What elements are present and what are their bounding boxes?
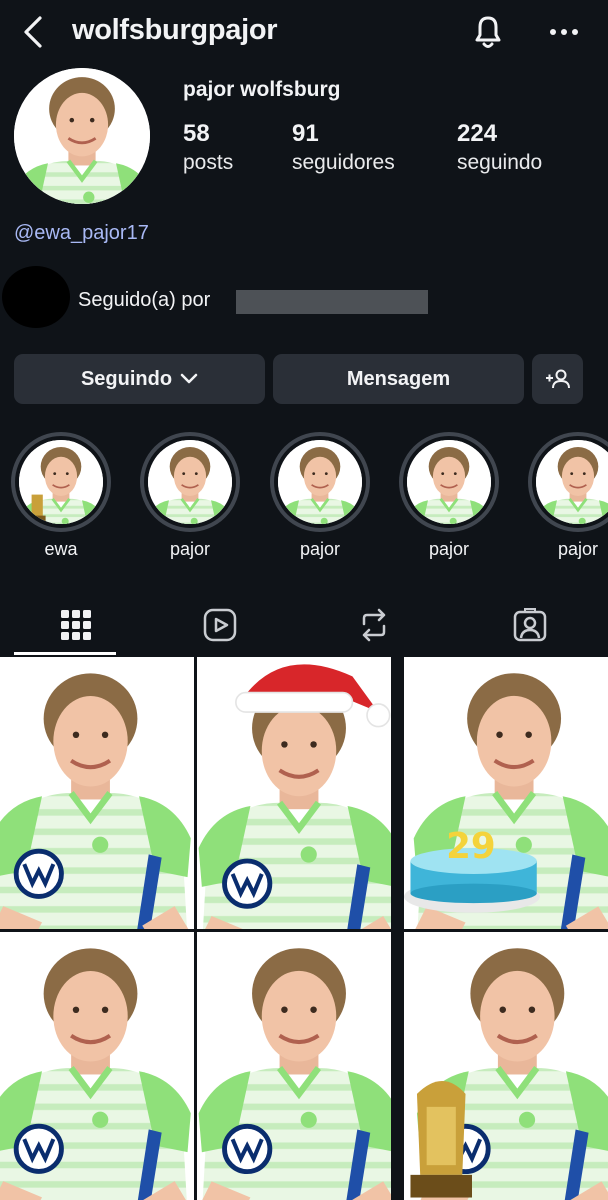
santa-hat-post-art	[197, 657, 391, 929]
message-button[interactable]: Mensagem	[273, 354, 524, 404]
tagged-icon	[513, 608, 547, 642]
stat-posts[interactable]: 58 posts	[183, 120, 233, 175]
trophy-post-art	[404, 932, 608, 1200]
stat-posts-value: 58	[183, 120, 210, 147]
post-thumbnail[interactable]	[197, 932, 391, 1200]
highlight-cover	[278, 440, 362, 524]
tab-reels[interactable]	[144, 596, 296, 654]
grid-icon	[61, 610, 91, 640]
highlight-cover	[407, 440, 491, 524]
highlight-label: pajor	[299, 539, 341, 559]
top-bar: wolfsburgpajor	[0, 0, 608, 66]
highlight-pajor-4[interactable]: pajor	[528, 432, 608, 560]
highlight-pajor-2[interactable]: pajor	[270, 432, 370, 560]
post-thumbnail[interactable]: 29	[404, 657, 608, 929]
highlight-pajor-1[interactable]: pajor	[140, 432, 240, 560]
followed-by-text[interactable]: Seguido(a) por	[78, 289, 210, 312]
reels-icon	[203, 608, 237, 642]
posts-grid: 29	[0, 657, 608, 1200]
reposts-icon	[362, 608, 386, 642]
highlight-ring	[270, 432, 370, 532]
add-user-button[interactable]	[532, 354, 583, 404]
add-user-icon	[545, 369, 570, 389]
highlight-cover	[148, 440, 232, 524]
following-button[interactable]: Seguindo	[14, 354, 265, 404]
highlight-ewa[interactable]: ewa	[11, 432, 111, 560]
stat-following-label: seguindo	[457, 151, 543, 174]
message-button-label: Mensagem	[346, 367, 451, 390]
profile-tabs	[0, 596, 608, 654]
stat-posts-label: posts	[183, 151, 234, 174]
birthday-cake-post-art: 29	[404, 657, 608, 929]
stat-followers-value: 91	[292, 120, 319, 147]
highlight-ring	[140, 432, 240, 532]
active-tab-indicator	[14, 652, 116, 655]
chevron-down-icon	[180, 373, 198, 384]
tab-reposts[interactable]	[298, 596, 450, 654]
followed-by-avatar[interactable]	[2, 266, 70, 328]
post-thumbnail[interactable]	[0, 932, 194, 1200]
highlight-label: pajor	[169, 539, 211, 559]
redacted-names	[236, 290, 428, 314]
chevron-left-icon[interactable]	[18, 14, 48, 50]
stat-following[interactable]: 224 seguindo	[457, 120, 542, 175]
highlight-ring	[528, 432, 608, 532]
post-thumbnail[interactable]	[197, 657, 391, 929]
post-thumbnail[interactable]	[0, 657, 194, 929]
bio-mention-link[interactable]: @ewa_pajor17	[14, 222, 149, 245]
more-horizontal-icon[interactable]	[545, 20, 585, 44]
stat-followers-label: seguidores	[292, 151, 395, 174]
highlight-label: pajor	[557, 539, 599, 559]
tab-tagged[interactable]	[454, 596, 606, 654]
stat-followers[interactable]: 91 seguidores	[292, 120, 395, 175]
tab-grid[interactable]	[0, 596, 152, 654]
highlight-ring	[399, 432, 499, 532]
highlight-label: pajor	[428, 539, 470, 559]
cake-candle-number: 29	[446, 826, 496, 867]
bell-icon[interactable]	[468, 12, 508, 52]
stat-following-value: 224	[457, 120, 498, 147]
highlight-cover	[19, 440, 103, 524]
avatar-photo	[14, 68, 150, 204]
highlight-cover	[536, 440, 608, 524]
highlight-ring	[11, 432, 111, 532]
post-thumbnail[interactable]	[404, 932, 608, 1200]
following-button-label: Seguindo	[80, 367, 173, 390]
profile-username: wolfsburgpajor	[72, 14, 278, 46]
highlight-pajor-3[interactable]: pajor	[399, 432, 499, 560]
profile-display-name: pajor wolfsburg	[183, 78, 341, 101]
highlight-label: ewa	[44, 539, 78, 559]
profile-avatar[interactable]	[14, 68, 150, 204]
